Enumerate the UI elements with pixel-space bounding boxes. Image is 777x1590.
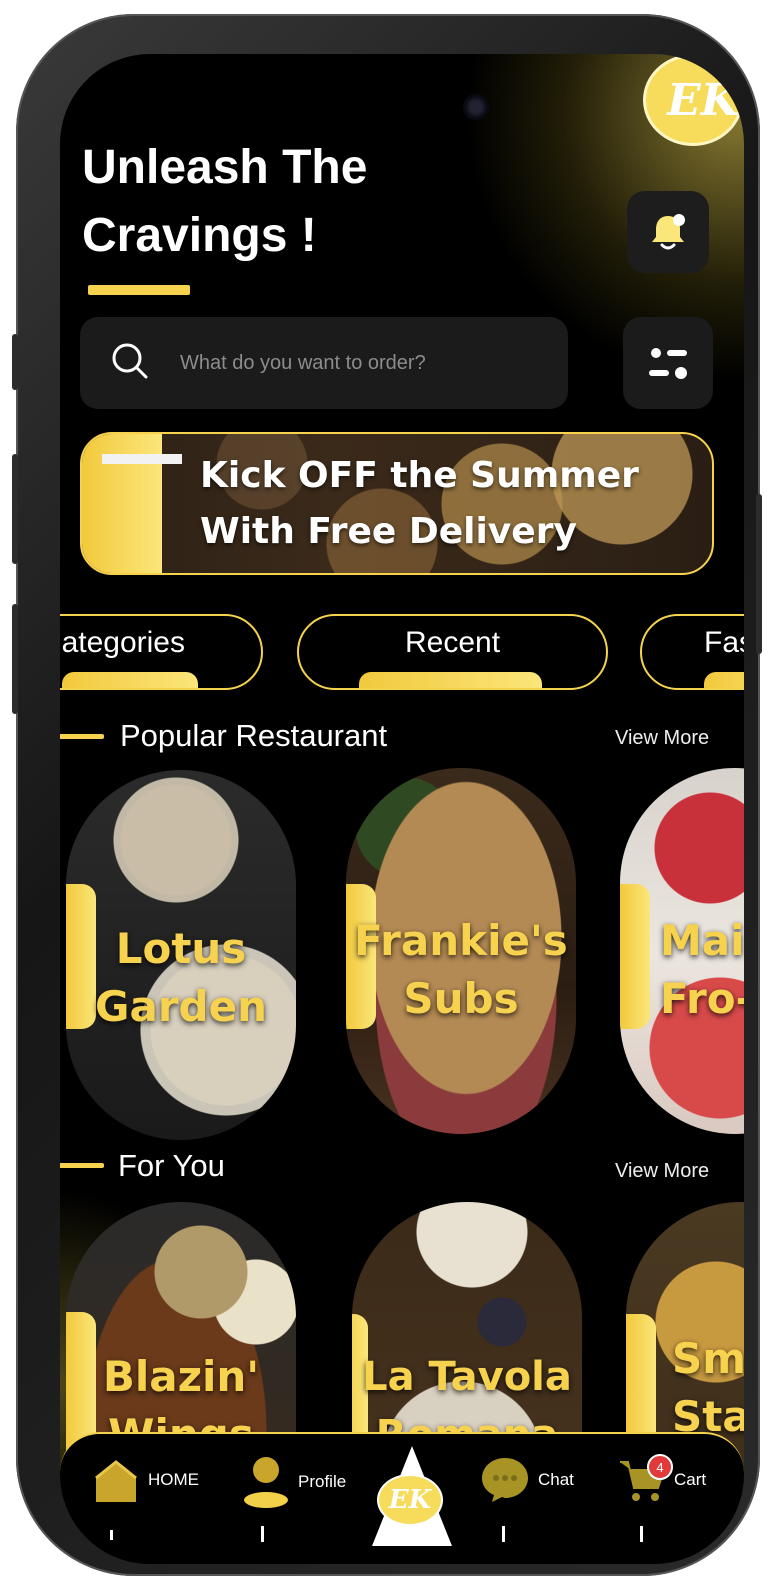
filter-button[interactable]	[623, 317, 713, 409]
promo-accent-bar	[102, 454, 182, 464]
app-screen: EK Unleash The Cravings ! What do you wa…	[60, 54, 744, 1564]
restaurant-name: Lotus Garden	[66, 920, 296, 1036]
notifications-button[interactable]	[627, 191, 709, 273]
home-icon	[95, 1460, 137, 1502]
restaurant-name-line2: Fro-	[660, 974, 744, 1023]
nav-tick	[640, 1526, 643, 1542]
for-you-view-more-link[interactable]: View More	[615, 1160, 709, 1183]
nav-home[interactable]: HOME	[92, 1456, 199, 1504]
filter-icon	[649, 348, 687, 379]
center-logo: EK	[377, 1474, 443, 1526]
page-title: Unleash The Cravings !	[82, 134, 367, 270]
tab-fast[interactable]: Fas	[640, 614, 744, 690]
nav-center-home-button[interactable]: EK	[372, 1446, 452, 1564]
promo-banner[interactable]: Kick OFF the Summer With Free Delivery	[80, 432, 714, 575]
side-button-power	[756, 494, 762, 654]
for-you-section-title: For You	[118, 1148, 225, 1183]
nav-tick	[261, 1526, 264, 1542]
restaurant-name-line1: Blazin'	[102, 1352, 260, 1401]
tab-indicator	[704, 672, 744, 688]
restaurant-name-line2: Garden	[95, 982, 267, 1031]
brand-logo[interactable]: EK	[643, 54, 743, 146]
tab-label: Fas	[704, 626, 744, 659]
profile-icon	[244, 1457, 288, 1508]
tab-recent[interactable]: Recent	[297, 614, 608, 690]
nav-profile-label: Profile	[298, 1472, 347, 1491]
section-accent-bar	[60, 734, 104, 739]
restaurant-name-line1: Frankie's	[354, 916, 568, 965]
restaurant-card[interactable]: Frankie's Subs	[346, 768, 576, 1134]
nav-chat-label: Chat	[538, 1470, 574, 1489]
restaurant-card[interactable]: Lotus Garden	[66, 770, 296, 1140]
title-underline	[88, 285, 190, 295]
tab-categories[interactable]: ategories	[60, 614, 263, 690]
section-accent-bar	[60, 1163, 104, 1168]
restaurant-name-line1: La Tavola	[362, 1354, 572, 1400]
page-title-line1: Unleash The	[82, 141, 368, 194]
nav-tick	[110, 1530, 113, 1540]
restaurant-name: Frankie's Subs	[346, 912, 576, 1028]
search-bar[interactable]	[80, 317, 568, 409]
chat-icon	[482, 1458, 528, 1502]
side-button-mute	[12, 334, 18, 390]
brand-logo-text: EK	[667, 74, 739, 126]
restaurant-name-line2: Subs	[403, 974, 519, 1023]
center-logo-text: EK	[388, 1485, 432, 1515]
restaurant-name-line1: Smo	[672, 1334, 744, 1383]
search-input[interactable]	[180, 317, 550, 409]
nav-home-label: HOME	[148, 1470, 199, 1489]
page-title-line2: Cravings !	[82, 209, 317, 262]
search-icon	[112, 343, 148, 379]
tab-indicator	[62, 672, 198, 688]
nav-tick	[502, 1526, 505, 1542]
tab-label: Recent	[404, 626, 501, 659]
tab-label: ategories	[61, 626, 185, 659]
popular-section-title: Popular Restaurant	[120, 718, 388, 753]
tab-indicator	[359, 672, 542, 688]
side-button-volume-up	[12, 454, 18, 564]
phone-frame: EK Unleash The Cravings ! What do you wa…	[12, 14, 762, 1576]
side-button-volume-down	[12, 604, 18, 714]
promo-text: Kick OFF the Summer With Free Delivery	[200, 448, 639, 560]
popular-view-more-link[interactable]: View More	[615, 727, 709, 750]
nav-chat[interactable]: Chat	[480, 1456, 574, 1504]
bell-icon	[652, 214, 685, 250]
front-camera	[463, 94, 489, 120]
promo-line1: Kick OFF the Summer	[200, 455, 639, 496]
nav-cart-label: Cart	[674, 1470, 707, 1489]
restaurant-card[interactable]: Mair Fro-	[620, 768, 744, 1134]
restaurant-name-line1: Mair	[660, 916, 744, 965]
bottom-navigation: HOME Profile EK Chat Cart 4	[60, 1432, 744, 1564]
restaurant-name-line1: Lotus	[115, 924, 247, 973]
restaurant-name: Smo Sta	[626, 1330, 744, 1446]
restaurant-name: Mair Fro-	[620, 912, 744, 1028]
nav-profile[interactable]: Profile	[242, 1456, 346, 1508]
cart-count-badge: 4	[647, 1454, 673, 1480]
promo-line2: With Free Delivery	[200, 511, 577, 552]
